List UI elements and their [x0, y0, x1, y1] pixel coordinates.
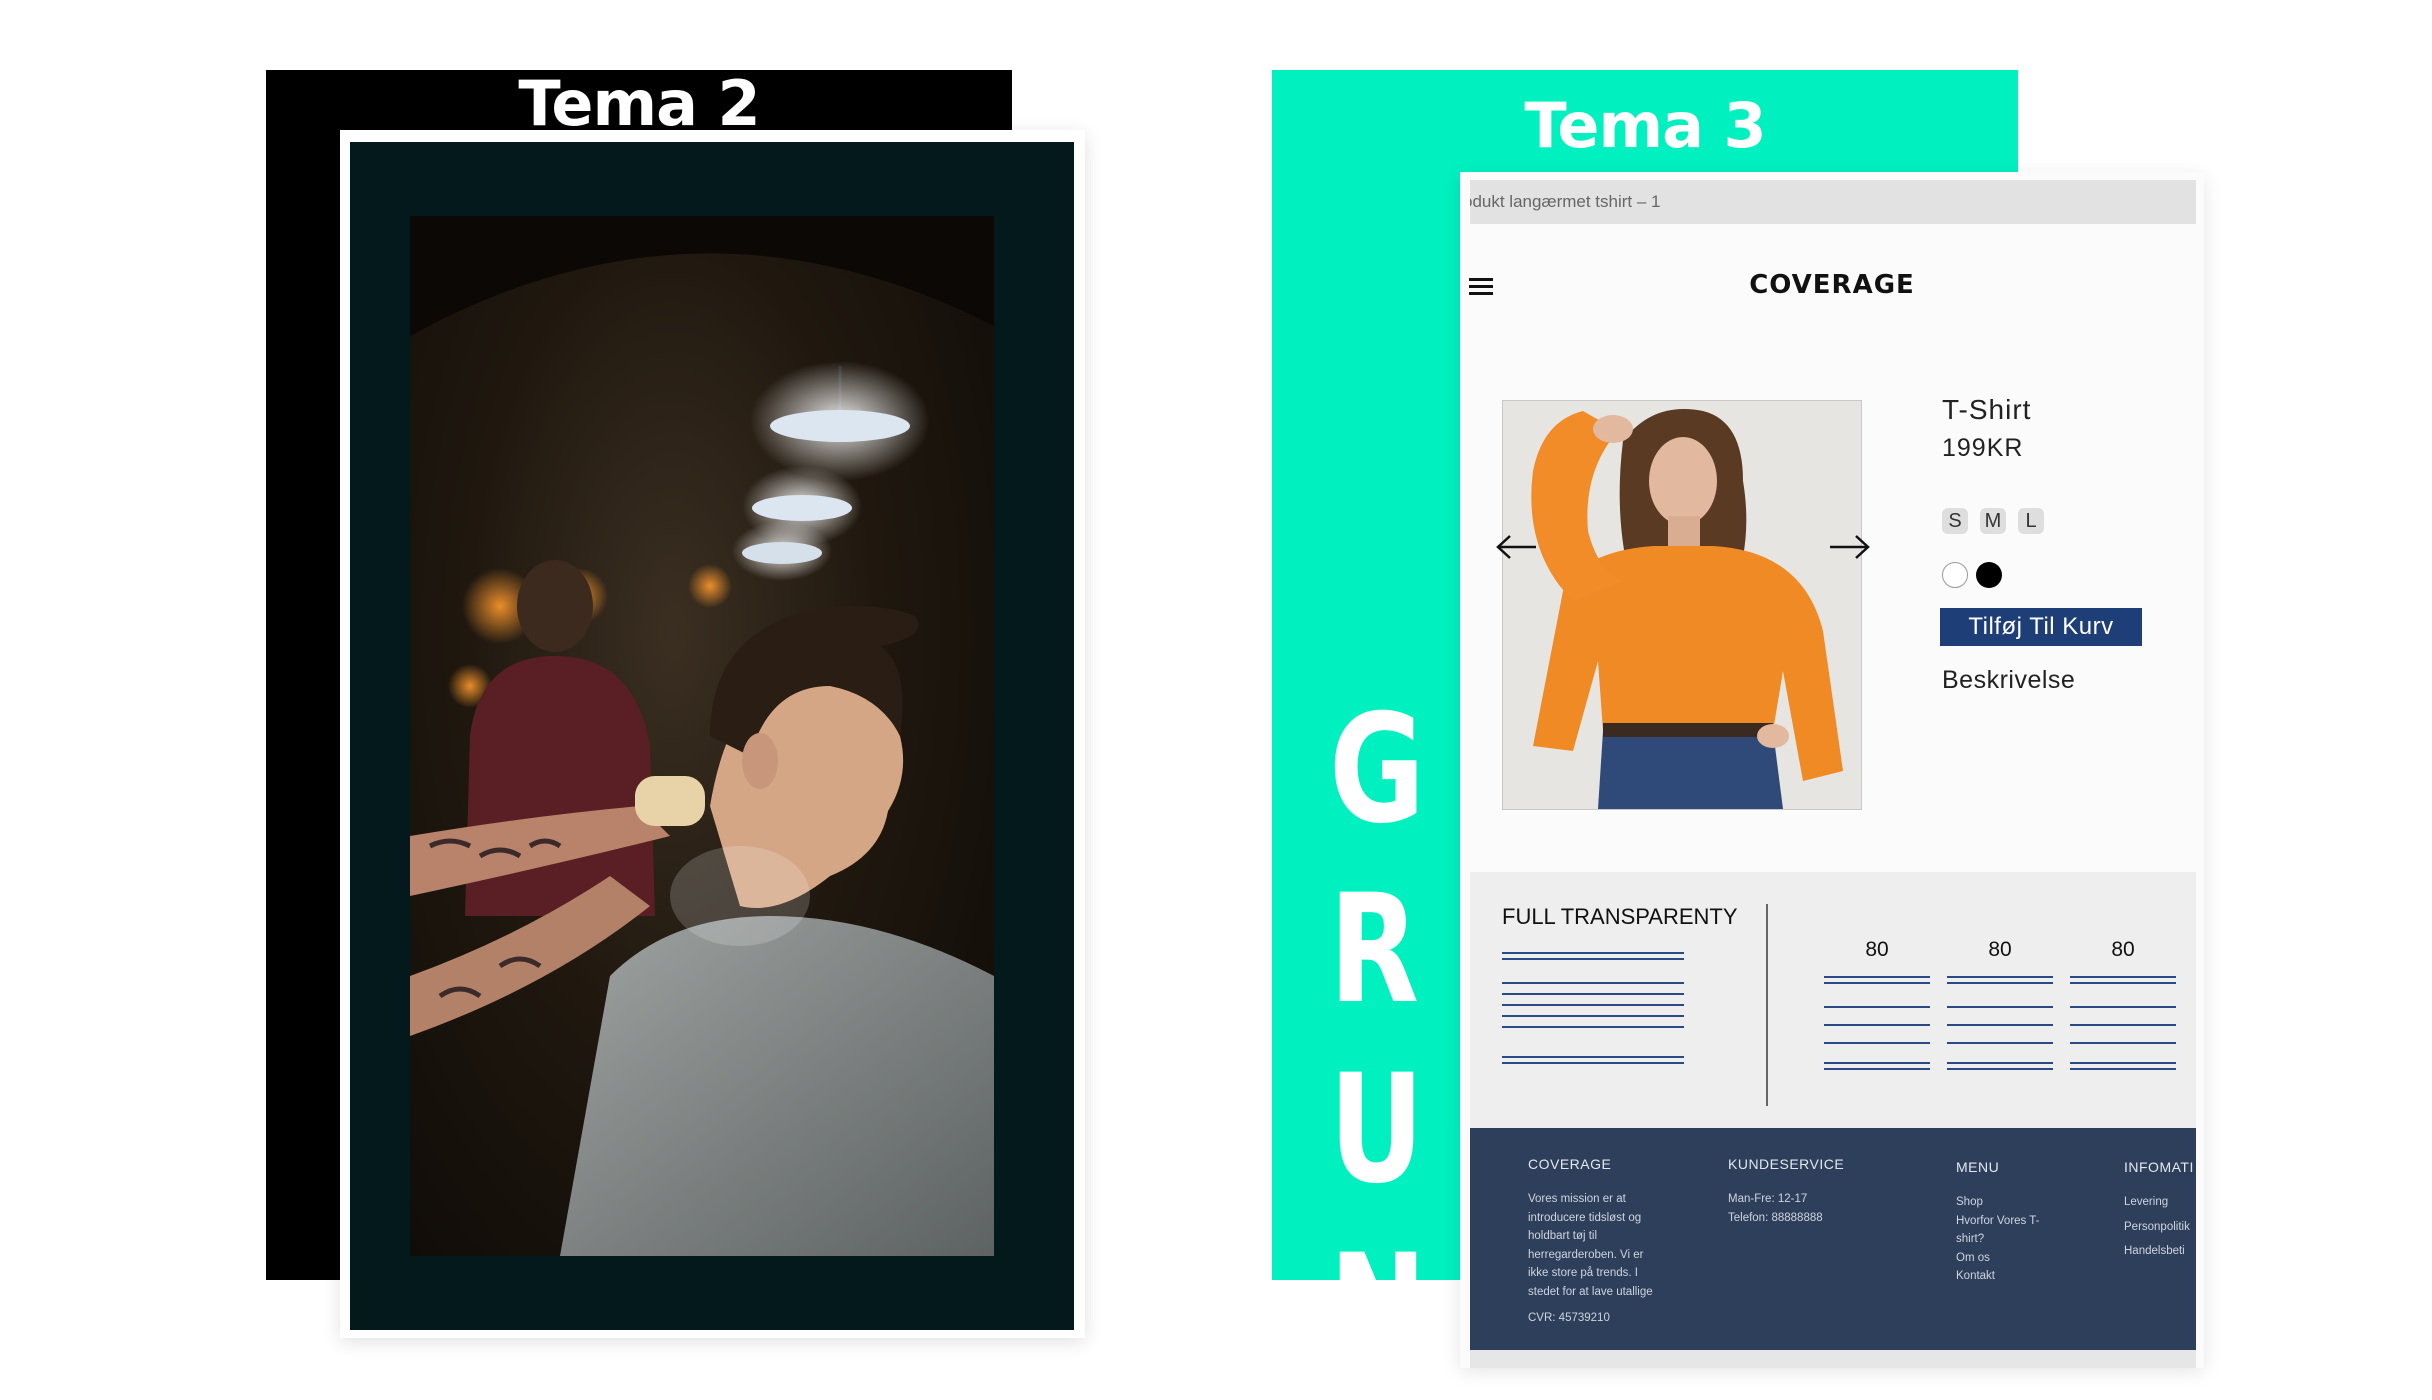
transparency-section: FULL TRANSPARENTY 80 80 80: [1470, 872, 2196, 1128]
stat-lines-1: [1824, 976, 1930, 1070]
vertical-letter-4: N: [1329, 1223, 1427, 1397]
footer-col-kundeservice: KUNDESERVICE Man-Fre: 12-17 Telefon: 888…: [1728, 1156, 1888, 1227]
stat-value-3: 80: [2111, 938, 2135, 961]
footer-heading: MENU: [1956, 1159, 2000, 1175]
footer-heading: COVERAGE: [1528, 1156, 1612, 1172]
theme3-preview-card[interactable]: odukt langærmet tshirt – 1 COVERAGE T-Sh…: [1460, 172, 2204, 1368]
vertical-letter-2: R: [1329, 863, 1420, 1037]
theme3-title: Tema 3: [1524, 89, 1766, 162]
footer-link-why[interactable]: Hvorfor Vores T-: [1956, 1212, 2076, 1231]
size-option-m[interactable]: M: [1980, 508, 2006, 534]
footer-text: holdbart tøj til: [1528, 1230, 1598, 1242]
size-option-s[interactable]: S: [1942, 508, 1968, 534]
footer-link-contact[interactable]: Kontakt: [1956, 1267, 2076, 1286]
footer-text: introducere tidsløst og: [1528, 1211, 1642, 1224]
footer-link-delivery[interactable]: Levering: [2124, 1193, 2204, 1212]
size-option-l[interactable]: L: [2018, 508, 2044, 534]
vertical-letter-3: U: [1329, 1043, 1425, 1217]
theme2-preview-card[interactable]: [340, 130, 1085, 1338]
transparency-title: FULL TRANSPARENTY: [1502, 904, 1738, 929]
arrow-left-icon[interactable]: [1494, 532, 1540, 562]
footer-heading: KUNDESERVICE: [1728, 1156, 1845, 1172]
footer-link-about[interactable]: Om os: [1956, 1249, 2076, 1268]
vertical-letter-1: G: [1329, 683, 1426, 857]
theme2-dark-frame: [350, 142, 1074, 1330]
footer-cvr: CVR: 45739210: [1528, 1312, 1610, 1324]
footer-text: Man-Fre: 12-17: [1728, 1193, 1808, 1205]
transparency-divider: [1766, 904, 1768, 1106]
footer-link-shop[interactable]: Shop: [1956, 1193, 2076, 1212]
footer-col-menu: MENU Shop Hvorfor Vores T- shirt? Om os …: [1956, 1159, 2076, 1286]
browser-address-bar[interactable]: odukt langærmet tshirt – 1: [1470, 180, 2196, 224]
description-toggle[interactable]: Beskrivelse: [1942, 666, 2075, 695]
footer-link-why-cont[interactable]: shirt?: [1956, 1230, 2076, 1249]
barber-photo: [410, 216, 994, 1256]
stat-lines-2: [1947, 976, 2053, 1070]
product-model-illustration: [1503, 401, 1861, 809]
color-swatch-white[interactable]: [1942, 562, 1968, 588]
footer-col-information: INFOMATI Levering Personpolitik Handelsb…: [2124, 1159, 2204, 1261]
footer-text: ikke store på trends. I: [1528, 1267, 1638, 1279]
stat-value-2: 80: [1988, 938, 2012, 961]
footer-text: stedet for at lave utallige: [1528, 1285, 1653, 1298]
stat-value-1: 80: [1865, 938, 1889, 961]
stat-lines-3: [2070, 976, 2176, 1070]
footer-link-privacy[interactable]: Personpolitik: [2124, 1218, 2204, 1237]
footer-col-coverage: COVERAGE Vores mission er at introducere…: [1528, 1156, 1678, 1328]
bottom-scroll-strip: [1470, 1350, 2196, 1368]
footer-text: Vores mission er at: [1528, 1193, 1626, 1205]
footer-link-terms[interactable]: Handelsbeti: [2124, 1242, 2204, 1261]
barber-scene-illustration: [410, 216, 994, 1256]
transparency-text-lines: [1502, 952, 1684, 1064]
site-footer: COVERAGE Vores mission er at introducere…: [1470, 1128, 2196, 1350]
product-name: T-Shirt: [1942, 394, 2032, 425]
footer-text: herregarderoben. Vi er: [1528, 1248, 1644, 1261]
product-image: [1502, 400, 1862, 810]
color-swatch-black[interactable]: [1976, 562, 2002, 588]
product-price: 199KR: [1942, 434, 2024, 462]
add-to-cart-button[interactable]: Tilføj Til Kurv: [1940, 608, 2142, 646]
footer-text: Telefon: 88888888: [1728, 1211, 1823, 1224]
brand-logo[interactable]: COVERAGE: [1460, 270, 2204, 300]
arrow-right-icon[interactable]: [1826, 532, 1872, 562]
address-bar-text: odukt langærmet tshirt – 1: [1470, 192, 1661, 211]
footer-heading: INFOMATI: [2124, 1159, 2194, 1175]
